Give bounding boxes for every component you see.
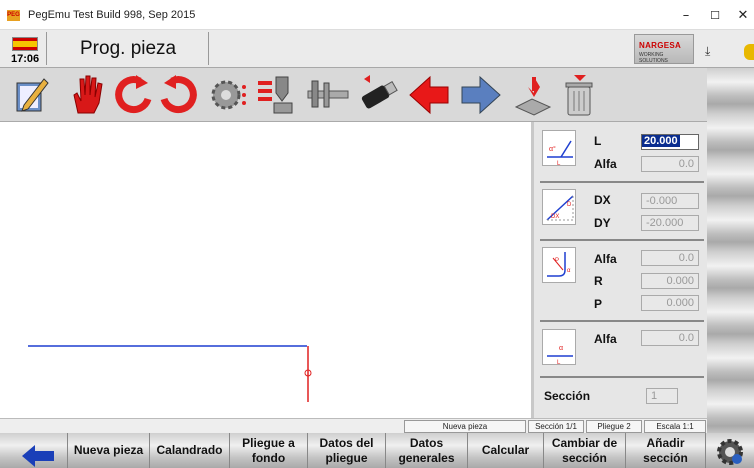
l-value: 20.000 <box>642 135 680 147</box>
dx-label: DX <box>594 193 611 207</box>
brand-logo-text: NARGESA <box>639 41 682 50</box>
stop-hand-icon[interactable] <box>64 73 110 117</box>
panel-divider <box>540 181 704 183</box>
panel-divider <box>540 320 704 322</box>
back-button[interactable] <box>0 433 68 468</box>
l-label: L <box>594 134 602 148</box>
pliegue-fondo-line2: fondo <box>251 450 286 465</box>
trash-can-icon[interactable] <box>556 73 602 117</box>
side-scroll-bar[interactable] <box>707 68 754 438</box>
gear-icon[interactable] <box>715 437 745 467</box>
arrow-right-icon[interactable] <box>458 73 504 117</box>
panel-divider <box>540 239 704 241</box>
parameter-panel: α° L L 20.000 Alfa 0.0 DX D DX -0.000 DY -… <box>531 122 707 418</box>
header-divider <box>208 32 209 65</box>
pliegue-fondo-line1: Pliegue a <box>242 435 295 450</box>
alfa-bend-input[interactable]: 0.0 <box>641 250 699 266</box>
cambiar-seccion-line2: sección <box>562 450 607 465</box>
flag-spain-icon[interactable] <box>12 37 38 51</box>
usb-drive-icon[interactable] <box>356 73 402 117</box>
p-label: P <box>594 297 603 311</box>
rotate-right-icon[interactable] <box>156 73 202 117</box>
alfa-final-input[interactable]: 0.0 <box>641 330 699 346</box>
tooling-icon[interactable] <box>252 73 298 117</box>
p-input[interactable]: 0.000 <box>641 295 699 311</box>
svg-text:L: L <box>557 360 561 366</box>
status-indicator-icon <box>744 44 754 60</box>
dx-input[interactable]: -0.000 <box>641 193 699 209</box>
r-input[interactable]: 0.000 <box>641 273 699 289</box>
bend-radius-icon: αP <box>542 247 576 283</box>
minimize-button[interactable]: – <box>676 7 696 25</box>
status-piece: Nueva pieza <box>404 420 526 433</box>
close-button[interactable]: ✕ <box>733 7 753 25</box>
status-bar: Nueva pieza Sección 1/1 Pliegue 2 Escala… <box>0 418 707 433</box>
clock-display: 17:06 <box>11 53 40 65</box>
piece-canvas[interactable] <box>0 122 531 418</box>
app-logo-icon: PEG <box>7 10 20 21</box>
header-divider <box>46 32 47 65</box>
signal-arrow-icon: ⤓ <box>705 44 711 58</box>
back-arrow-icon <box>22 445 54 467</box>
main-toolbar <box>0 68 707 122</box>
brand-logo-subtitle: WORKING SOLUTIONS <box>639 52 668 64</box>
cambiar-seccion-line1: Cambiar de <box>551 435 618 450</box>
r-label: R <box>594 274 603 288</box>
svg-text:DX: DX <box>551 214 559 220</box>
angle-length-icon: α° L <box>542 130 576 167</box>
datos-generales-button[interactable]: Datos generales <box>386 433 468 468</box>
status-bend: Pliegue 2 <box>586 420 642 433</box>
svg-text:α: α <box>559 345 563 352</box>
svg-text:D: D <box>567 202 572 208</box>
dy-input[interactable]: -20.000 <box>641 215 699 231</box>
datos-pliegue-line1: Datos del <box>319 435 374 450</box>
function-key-bar: Nueva pieza Calandrado Pliegue a fondo D… <box>0 433 754 468</box>
svg-text:α°: α° <box>549 145 556 153</box>
brand-logo: NARGESA WORKING SOLUTIONS <box>634 34 694 64</box>
dy-label: DY <box>594 216 611 230</box>
nueva-pieza-button[interactable]: Nueva pieza <box>68 433 150 468</box>
arrow-left-icon[interactable] <box>406 73 452 117</box>
alfa-label: Alfa <box>594 332 617 346</box>
calcular-button[interactable]: Calcular <box>468 433 544 468</box>
panel-divider <box>540 376 704 378</box>
anadir-seccion-line1: Añadir <box>646 435 685 450</box>
datos-pliegue-line2: pliegue <box>325 450 368 465</box>
svg-text:L: L <box>557 161 561 167</box>
calandrado-button[interactable]: Calandrado <box>150 433 230 468</box>
svg-text:P: P <box>555 258 559 264</box>
status-section: Sección 1/1 <box>528 420 584 433</box>
edit-pencil-icon[interactable] <box>8 73 54 117</box>
gear-settings-icon[interactable] <box>206 73 252 117</box>
alfa-label: Alfa <box>594 252 617 266</box>
l-input[interactable]: 20.000 <box>641 134 699 150</box>
anadir-seccion-line2: sección <box>643 450 688 465</box>
rotate-left-icon[interactable] <box>110 73 156 117</box>
cambiar-seccion-button[interactable]: Cambiar de sección <box>544 433 626 468</box>
datos-generales-line2: generales <box>398 450 455 465</box>
status-scale: Escala 1:1 <box>644 420 706 433</box>
datos-generales-line1: Datos <box>409 435 444 450</box>
seccion-input[interactable]: 1 <box>646 388 678 404</box>
datos-pliegue-button[interactable]: Datos del pliegue <box>308 433 386 468</box>
window-title: PegEmu Test Build 998, Sep 2015 <box>28 9 196 21</box>
dx-dy-icon: DX D <box>542 189 576 225</box>
maximize-button[interactable]: ☐ <box>705 7 725 25</box>
pliegue-fondo-button[interactable]: Pliegue a fondo <box>230 433 308 468</box>
app-header: 17:06 Prog. pieza NARGESA WORKING SOLUTI… <box>0 30 754 68</box>
save-to-disk-icon[interactable] <box>510 73 556 117</box>
window-titlebar: PEG PegEmu Test Build 998, Sep 2015 – ☐ … <box>0 0 754 30</box>
anadir-seccion-button[interactable]: Añadir sección <box>626 433 706 468</box>
svg-text:α: α <box>567 268 571 274</box>
seccion-label: Sección <box>544 389 591 403</box>
page-title: Prog. pieza <box>80 38 177 59</box>
alfa-input[interactable]: 0.0 <box>641 156 699 172</box>
caliper-icon[interactable] <box>304 73 350 117</box>
angle-icon: αL <box>542 329 576 366</box>
alfa-label: Alfa <box>594 157 617 171</box>
